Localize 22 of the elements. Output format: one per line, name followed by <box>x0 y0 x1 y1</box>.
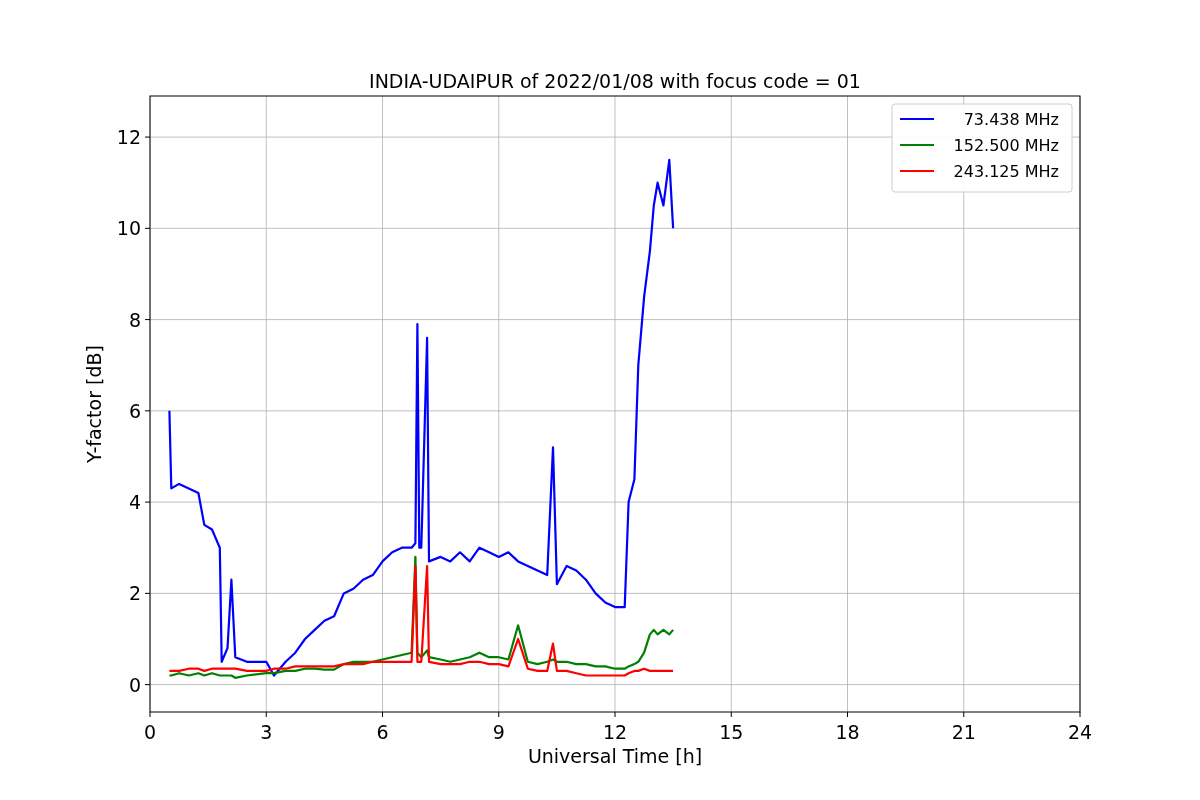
tick-label: 10 <box>116 217 141 240</box>
tick-label: 12 <box>602 721 628 743</box>
tick-label: 12 <box>116 126 141 149</box>
tick-label: 9 <box>492 721 505 743</box>
tick-label: 6 <box>376 721 389 743</box>
legend-label: 243.125 MHz <box>953 162 1059 181</box>
legend-label: 152.500 MHz <box>953 136 1059 155</box>
tick-label: 0 <box>143 721 157 743</box>
axis-label: Universal Time [h] <box>527 745 703 767</box>
tick-label: 4 <box>128 491 141 514</box>
tick-label: 24 <box>1067 721 1093 743</box>
tick-label: 6 <box>128 399 141 422</box>
tick-label: 2 <box>128 582 141 605</box>
tick-label: 3 <box>260 721 273 743</box>
tick-label: 15 <box>719 721 744 743</box>
chart-title: INDIA-UDAIPUR of 2022/01/08 with focus code = 01 <box>369 70 861 92</box>
axis-label: Y-factor [dB] <box>83 345 105 463</box>
tick-label: 21 <box>951 721 976 743</box>
tick-label: 18 <box>835 721 860 743</box>
tick-label: 8 <box>128 308 141 331</box>
legend-label: 73.438 MHz <box>963 110 1059 129</box>
tick-label: 0 <box>128 673 141 696</box>
